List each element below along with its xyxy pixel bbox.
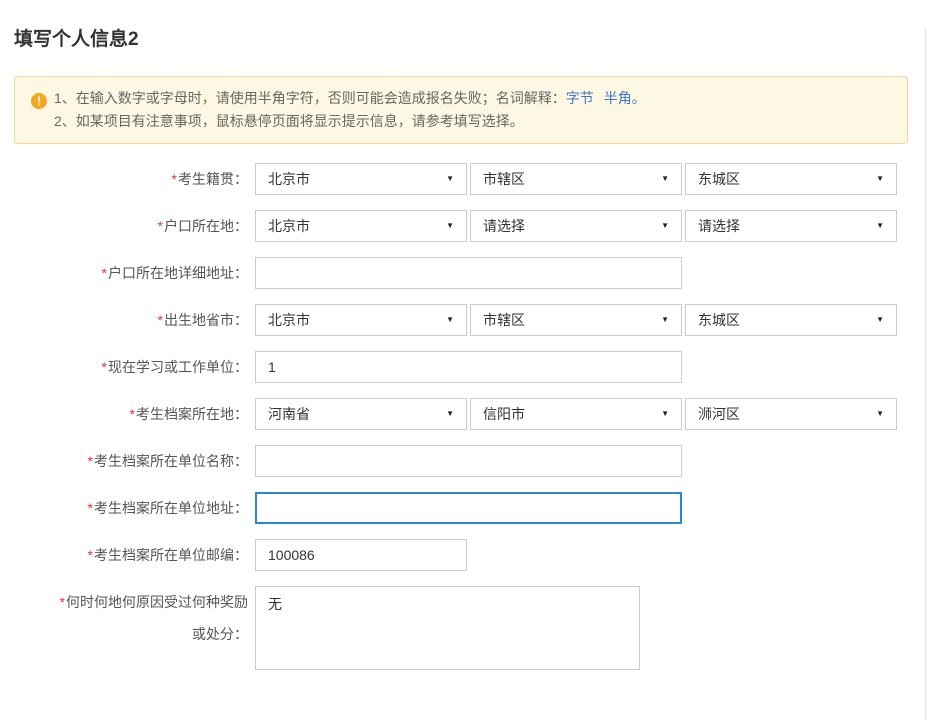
notice-line-2: 2、如某项目有注意事项，鼠标悬停页面将显示提示信息，请参考填写选择。 [31,110,891,133]
select-birthplace-district[interactable]: 东城区 ▼ [685,304,897,336]
field-label: *考生档案所在单位邮编： [14,539,248,571]
archive-unit-name-input[interactable] [255,445,682,477]
form-row-work-unit: *现在学习或工作单位： [0,351,925,383]
link-byte[interactable]: 字节 [566,90,594,106]
link-halfwidth[interactable]: 半角 [604,90,632,106]
field-label: *考生档案所在单位名称： [14,445,248,477]
required-marker: * [130,406,135,422]
field-label: *户口所在地： [14,210,248,242]
select-archive-province[interactable]: 河南省 ▼ [255,398,467,430]
chevron-down-icon: ▼ [876,220,884,232]
personal-info-form: *考生籍贯： 北京市 ▼ 市辖区 ▼ 东城区 ▼ *户口所在地： [0,163,925,670]
chevron-down-icon: ▼ [876,173,884,185]
archive-unit-address-input[interactable] [255,492,682,524]
form-row-native-place: *考生籍贯： 北京市 ▼ 市辖区 ▼ 东城区 ▼ [0,163,925,195]
chevron-down-icon: ▼ [661,220,669,232]
select-archive-city[interactable]: 信阳市 ▼ [470,398,682,430]
form-row-hukou-detail-address: *户口所在地详细地址： [0,257,925,289]
form-row-birthplace: *出生地省市： 北京市 ▼ 市辖区 ▼ 东城区 ▼ [0,304,925,336]
required-marker: * [102,265,107,281]
chevron-down-icon: ▼ [661,408,669,420]
page-title: 填写个人信息2 [14,28,911,52]
required-marker: * [172,171,177,187]
notice-box: ! 1、在输入数字或字母时，请使用半角字符，否则可能会造成报名失败；名词解释：字节… [14,76,908,144]
chevron-down-icon: ▼ [446,314,454,326]
chevron-down-icon: ▼ [446,173,454,185]
notice-line1-suffix: 。 [632,90,646,106]
chevron-down-icon: ▼ [876,408,884,420]
form-row-archive-unit-name: *考生档案所在单位名称： [0,445,925,477]
select-native-place-city[interactable]: 市辖区 ▼ [470,163,682,195]
field-label: *考生档案所在地： [14,398,248,430]
required-marker: * [102,359,107,375]
field-label: *考生籍贯： [14,163,248,195]
chevron-down-icon: ▼ [876,314,884,326]
field-label: *出生地省市： [14,304,248,336]
field-label: *户口所在地详细地址： [14,257,248,289]
reward-punishment-textarea[interactable]: 无 [255,586,640,670]
select-hukou-province[interactable]: 北京市 ▼ [255,210,467,242]
required-marker: * [60,594,65,610]
select-hukou-city[interactable]: 请选择 ▼ [470,210,682,242]
select-native-place-province[interactable]: 北京市 ▼ [255,163,467,195]
select-archive-district[interactable]: 浉河区 ▼ [685,398,897,430]
form-row-reward-punishment: *何时何地何原因受过何种奖励 或处分： 无 [0,586,925,670]
field-label: *现在学习或工作单位： [14,351,248,383]
form-row-archive-unit-address: *考生档案所在单位地址： [0,492,925,524]
required-marker: * [158,218,163,234]
select-birthplace-city[interactable]: 市辖区 ▼ [470,304,682,336]
field-label: *何时何地何原因受过何种奖励 或处分： [14,586,248,650]
select-native-place-district[interactable]: 东城区 ▼ [685,163,897,195]
notice-line-1: ! 1、在输入数字或字母时，请使用半角字符，否则可能会造成报名失败；名词解释：字节… [31,87,891,110]
archive-unit-postcode-input[interactable] [255,539,467,571]
chevron-down-icon: ▼ [661,173,669,185]
select-hukou-district[interactable]: 请选择 ▼ [685,210,897,242]
warning-icon: ! [31,93,47,109]
notice-line1-text: 1、在输入数字或字母时，请使用半角字符，否则可能会造成报名失败；名词解释： [54,90,566,106]
chevron-down-icon: ▼ [446,220,454,232]
chevron-down-icon: ▼ [446,408,454,420]
field-label: *考生档案所在单位地址： [14,492,248,524]
page-container: 填写个人信息2 ! 1、在输入数字或字母时，请使用半角字符，否则可能会造成报名失败… [0,28,926,721]
required-marker: * [88,547,93,563]
chevron-down-icon: ▼ [661,314,669,326]
work-unit-input[interactable] [255,351,682,383]
required-marker: * [88,453,93,469]
hukou-detail-address-input[interactable] [255,257,682,289]
select-birthplace-province[interactable]: 北京市 ▼ [255,304,467,336]
form-row-hukou-location: *户口所在地： 北京市 ▼ 请选择 ▼ 请选择 ▼ [0,210,925,242]
form-row-archive-unit-postcode: *考生档案所在单位邮编： [0,539,925,571]
required-marker: * [158,312,163,328]
form-row-archive-location: *考生档案所在地： 河南省 ▼ 信阳市 ▼ 浉河区 ▼ [0,398,925,430]
required-marker: * [88,500,93,516]
